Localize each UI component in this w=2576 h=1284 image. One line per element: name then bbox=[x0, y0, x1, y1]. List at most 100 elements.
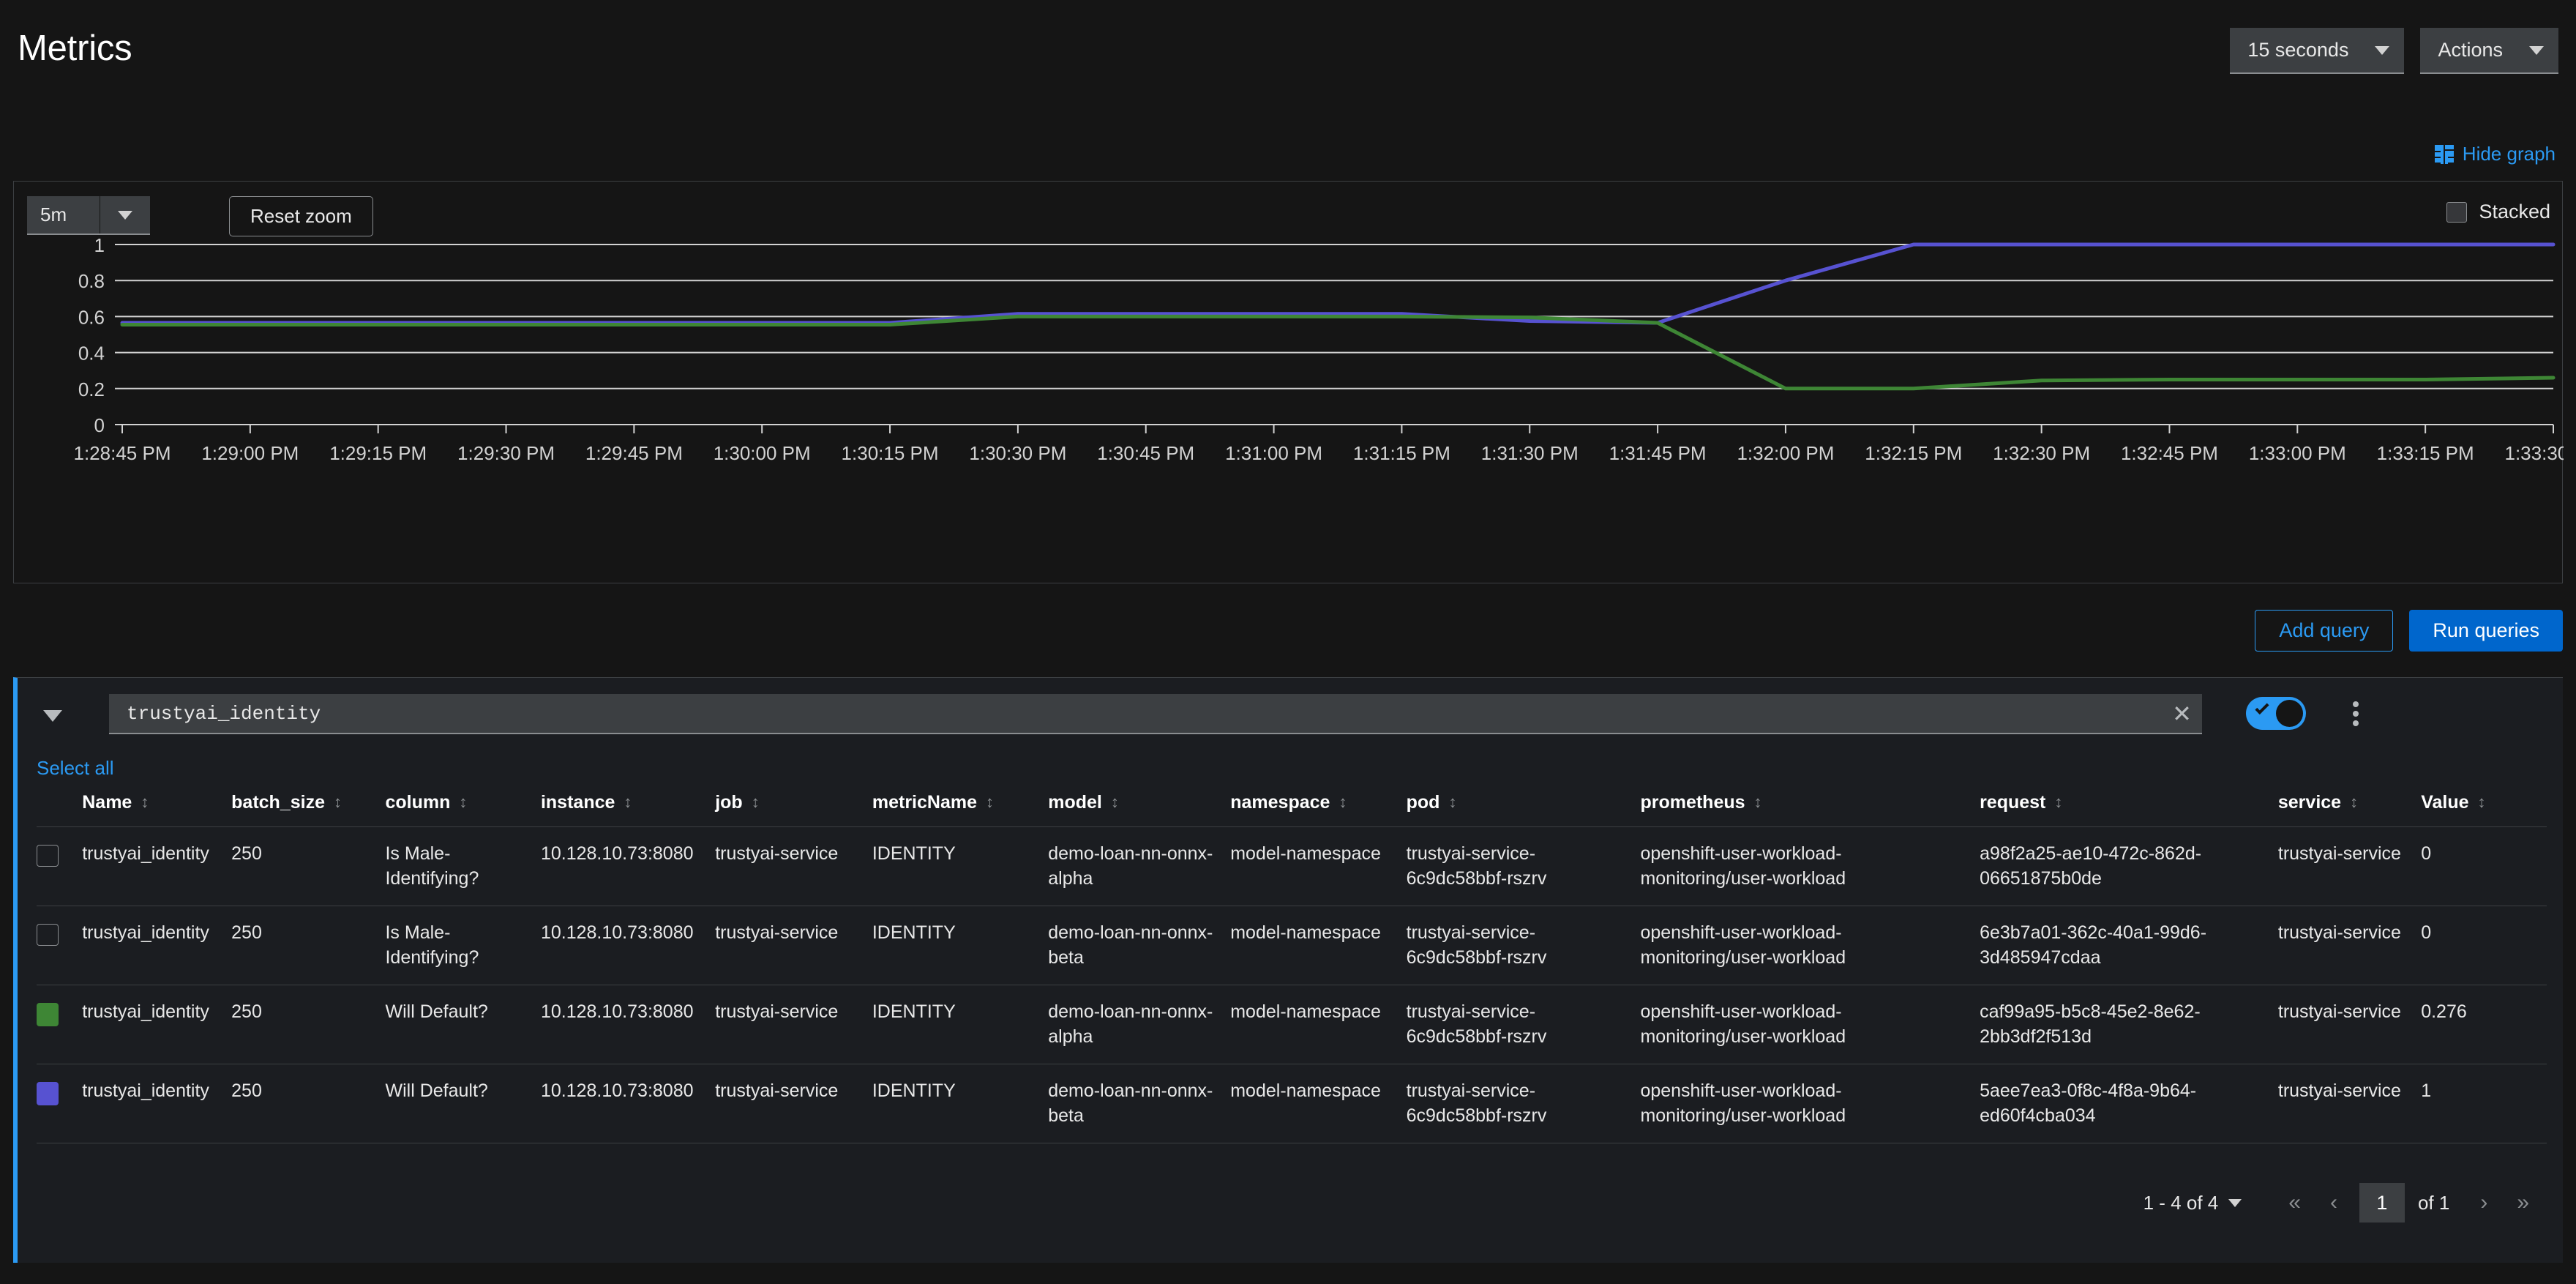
svg-text:1:29:30 PM: 1:29:30 PM bbox=[457, 442, 555, 464]
collapse-icon bbox=[2434, 144, 2454, 164]
column-header-request[interactable]: request ↕ bbox=[1980, 786, 2278, 827]
chart-svg: 0 0.2 0.4 0.6 0.8 1 1:28:45 PM 1:29:00 PM 1:29:1… bbox=[74, 234, 2564, 464]
cell-service: trustyai-service bbox=[2277, 826, 2422, 906]
svg-text:1:33:15 PM: 1:33:15 PM bbox=[2377, 442, 2474, 464]
cell-namespace: model-namespace bbox=[1230, 906, 1407, 985]
svg-text:0.2: 0.2 bbox=[78, 378, 105, 400]
series-color-swatch[interactable] bbox=[37, 1082, 59, 1105]
column-header-column[interactable]: column ↕ bbox=[385, 786, 540, 827]
time-span-select[interactable]: 5m bbox=[27, 196, 150, 235]
cell-request: a98f2a25-ae10-472c-862d-06651875b0de bbox=[1980, 826, 2278, 906]
query-enabled-toggle[interactable] bbox=[2246, 697, 2306, 730]
hide-graph-link[interactable]: Hide graph bbox=[2434, 143, 2556, 165]
query-expression-input[interactable] bbox=[109, 694, 2202, 734]
stacked-checkbox[interactable] bbox=[2446, 201, 2468, 223]
page-title: Metrics bbox=[18, 29, 132, 68]
cell-request: 6e3b7a01-362c-40a1-99d6-3d485947cdaa bbox=[1980, 906, 2278, 985]
column-header-label: batch_size bbox=[231, 792, 325, 813]
svg-text:1:30:00 PM: 1:30:00 PM bbox=[714, 442, 811, 464]
table-header-row: Name ↕ batch_size ↕ column ↕ instance ↕ job ↕ metr… bbox=[37, 786, 2547, 827]
cell-job: trustyai-service bbox=[715, 1064, 872, 1143]
column-header-name[interactable]: Name ↕ bbox=[82, 786, 231, 827]
svg-text:1:31:30 PM: 1:31:30 PM bbox=[1481, 442, 1579, 464]
column-header-label: job bbox=[715, 792, 743, 813]
series-color-swatch[interactable] bbox=[37, 1003, 59, 1026]
query-kebab-menu[interactable] bbox=[2341, 698, 2370, 729]
sort-icon[interactable]: ↕ bbox=[1338, 793, 1347, 812]
stacked-checkbox-wrap[interactable]: Stacked bbox=[2446, 201, 2550, 223]
sort-icon[interactable]: ↕ bbox=[141, 793, 149, 812]
row-checkbox[interactable] bbox=[37, 924, 59, 946]
clear-query-button[interactable]: ✕ bbox=[2162, 694, 2202, 734]
svg-text:1:30:45 PM: 1:30:45 PM bbox=[1097, 442, 1194, 464]
sort-icon[interactable]: ↕ bbox=[459, 793, 467, 812]
next-page-button[interactable]: › bbox=[2465, 1190, 2502, 1215]
query-expand-toggle[interactable] bbox=[37, 700, 69, 732]
graph-card: 5m Reset zoom Stacked 0 0.2 0.4 0.6 0.8 1 1:28… bbox=[13, 181, 2564, 584]
column-header-label: request bbox=[1980, 792, 2046, 813]
pagination-total-pages: of 1 bbox=[2417, 1191, 2450, 1214]
cell-batch_size: 250 bbox=[231, 906, 386, 985]
column-header-batch_size[interactable]: batch_size ↕ bbox=[231, 786, 385, 827]
svg-text:1:32:30 PM: 1:32:30 PM bbox=[1993, 442, 2090, 464]
column-header-value[interactable]: Value ↕ bbox=[2421, 786, 2547, 827]
table-body: trustyai_identity 250 Is Male-Identifying?… bbox=[37, 826, 2547, 1143]
metrics-line-chart[interactable]: 0 0.2 0.4 0.6 0.8 1 1:28:45 PM 1:29:00 PM 1:29:1… bbox=[14, 234, 2564, 584]
sort-icon[interactable]: ↕ bbox=[2054, 793, 2062, 812]
last-page-button[interactable]: » bbox=[2502, 1190, 2544, 1215]
time-span-dropdown-toggle[interactable] bbox=[100, 196, 150, 234]
column-header-instance[interactable]: instance ↕ bbox=[541, 786, 715, 827]
cell-namespace: model-namespace bbox=[1230, 1064, 1407, 1143]
select-all-link[interactable]: Select all bbox=[37, 757, 114, 780]
sort-icon[interactable]: ↕ bbox=[2478, 793, 2486, 812]
column-header-metricName[interactable]: metricName ↕ bbox=[872, 786, 1048, 827]
cell-prometheus: openshift-user-workload-monitoring/user-… bbox=[1640, 985, 1980, 1064]
metrics-page: Metrics 15 seconds Actions Hide graph 5m… bbox=[0, 0, 2576, 1284]
sort-icon[interactable]: ↕ bbox=[752, 793, 760, 812]
cell-pod: trustyai-service-6c9dc58bbf-rszrv bbox=[1406, 906, 1641, 985]
svg-text:0: 0 bbox=[94, 414, 105, 436]
previous-page-button[interactable]: ‹ bbox=[2315, 1190, 2352, 1215]
first-page-button[interactable]: « bbox=[2274, 1190, 2315, 1215]
sort-icon[interactable]: ↕ bbox=[1111, 793, 1119, 812]
refresh-interval-dropdown[interactable]: 15 seconds bbox=[2230, 28, 2405, 74]
column-header-model[interactable]: model ↕ bbox=[1048, 786, 1230, 827]
page-number-input[interactable] bbox=[2359, 1183, 2405, 1223]
cell-batch_size: 250 bbox=[231, 1064, 386, 1143]
cell-service: trustyai-service bbox=[2277, 1064, 2422, 1143]
pagination-per-page-toggle[interactable] bbox=[2228, 1198, 2242, 1207]
sort-icon[interactable]: ↕ bbox=[1448, 793, 1456, 812]
row-checkbox[interactable] bbox=[37, 845, 59, 867]
chevron-down-icon bbox=[118, 210, 132, 220]
pagination-range: 1 - 4 of 4 bbox=[2143, 1191, 2219, 1214]
column-header-job[interactable]: job ↕ bbox=[715, 786, 872, 827]
column-header-pod[interactable]: pod ↕ bbox=[1407, 786, 1641, 827]
query-row: ✕ bbox=[18, 678, 2563, 750]
column-header-label: metricName bbox=[872, 792, 977, 813]
cell-pod: trustyai-service-6c9dc58bbf-rszrv bbox=[1406, 1064, 1641, 1143]
check-icon bbox=[2255, 700, 2269, 715]
svg-text:1:29:00 PM: 1:29:00 PM bbox=[201, 442, 299, 464]
cell-name: trustyai_identity bbox=[82, 985, 232, 1064]
run-queries-button[interactable]: Run queries bbox=[2409, 610, 2563, 652]
add-query-button[interactable]: Add query bbox=[2255, 610, 2394, 652]
sort-icon[interactable]: ↕ bbox=[334, 793, 342, 812]
sort-icon[interactable]: ↕ bbox=[986, 793, 994, 812]
row-select-cell bbox=[37, 826, 83, 906]
reset-zoom-button[interactable]: Reset zoom bbox=[229, 196, 373, 236]
svg-text:1:32:45 PM: 1:32:45 PM bbox=[2121, 442, 2218, 464]
column-header-label: prometheus bbox=[1640, 792, 1745, 813]
column-header-namespace[interactable]: namespace ↕ bbox=[1230, 786, 1406, 827]
column-header-service[interactable]: service ↕ bbox=[2278, 786, 2421, 827]
sort-icon[interactable]: ↕ bbox=[2350, 793, 2358, 812]
svg-text:1:31:45 PM: 1:31:45 PM bbox=[1609, 442, 1707, 464]
stacked-label: Stacked bbox=[2479, 201, 2550, 223]
sort-icon[interactable]: ↕ bbox=[624, 793, 632, 812]
row-select-cell bbox=[37, 906, 83, 985]
cell-request: caf99a95-b5c8-45e2-8e62-2bb3df2f513d bbox=[1980, 985, 2278, 1064]
column-header-label: Name bbox=[82, 792, 132, 813]
actions-dropdown[interactable]: Actions bbox=[2420, 28, 2558, 74]
sort-icon[interactable]: ↕ bbox=[1754, 793, 1762, 812]
cell-metricName: IDENTITY bbox=[872, 1064, 1049, 1143]
column-header-prometheus[interactable]: prometheus ↕ bbox=[1640, 786, 1980, 827]
